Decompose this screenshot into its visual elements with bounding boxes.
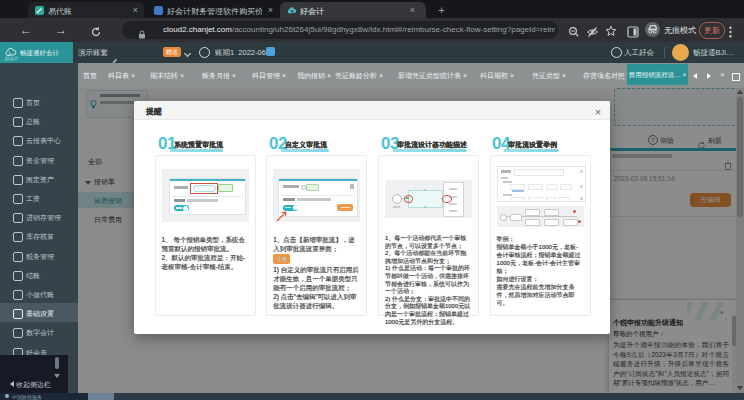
svg-text:i: i [9, 50, 10, 56]
